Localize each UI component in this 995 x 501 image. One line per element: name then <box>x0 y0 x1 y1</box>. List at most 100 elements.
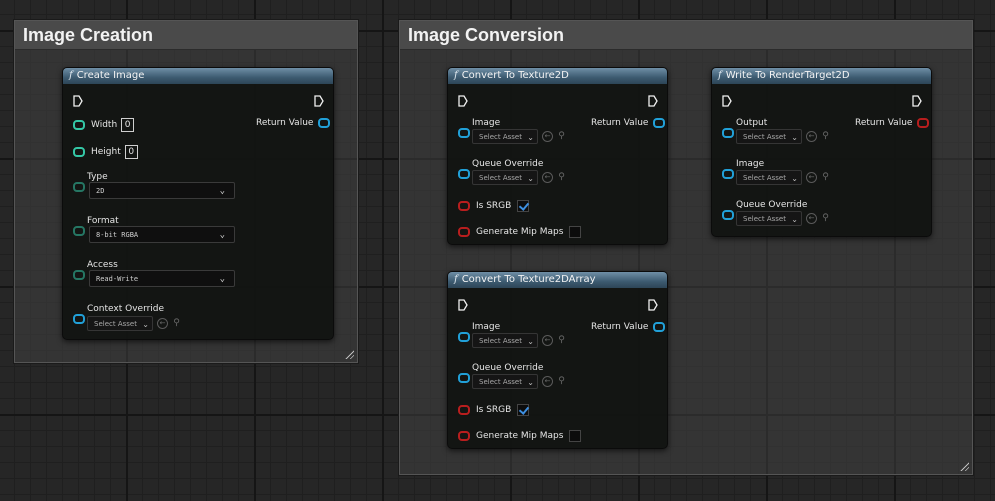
width-input[interactable]: 0 <box>121 118 135 132</box>
bool-pin-icon[interactable] <box>458 405 470 415</box>
search-icon[interactable]: ⚲ <box>557 336 566 345</box>
node-write-rendertarget2d[interactable]: f Write To RenderTarget2D Output Return V… <box>711 67 932 237</box>
format-dropdown[interactable]: 8-bit RGBA ⌄ <box>89 226 235 243</box>
chevron-down-icon: ⌄ <box>527 133 534 142</box>
pin-generate-mip-maps[interactable]: Generate Mip Maps <box>458 429 582 443</box>
use-selected-icon[interactable]: ← <box>806 213 817 224</box>
context-asset-picker[interactable]: Select Asset ⌄ ← ⚲ <box>87 316 181 331</box>
search-icon[interactable]: ⚲ <box>172 319 181 328</box>
select-asset-combo[interactable]: Select Asset ⌄ <box>87 316 153 331</box>
object-pin-icon[interactable] <box>73 314 85 324</box>
bool-pin-icon[interactable] <box>458 201 470 211</box>
pin-label: Width <box>91 120 118 130</box>
object-pin-icon[interactable] <box>458 128 470 138</box>
enum-pin-icon[interactable] <box>73 182 85 192</box>
pin-return-value[interactable]: Return Value <box>256 116 331 130</box>
pin-is-srgb[interactable]: Is SRGB <box>458 403 530 417</box>
bool-pin-icon[interactable] <box>458 227 470 237</box>
pin-label: Return Value <box>591 322 649 332</box>
chevron-down-icon: ⌄ <box>527 337 534 346</box>
use-selected-icon[interactable]: ← <box>542 131 553 142</box>
pin-width[interactable]: Width 0 <box>73 118 135 132</box>
pin-image-label: Image <box>736 159 765 169</box>
chevron-down-icon: ⌄ <box>791 133 798 142</box>
object-pin-icon[interactable] <box>653 322 666 332</box>
select-asset-combo[interactable]: Select Asset ⌄ <box>472 333 538 348</box>
use-selected-icon[interactable]: ← <box>806 131 817 142</box>
object-pin-icon[interactable] <box>318 118 331 128</box>
object-pin-icon[interactable] <box>458 332 470 342</box>
function-icon: f <box>69 70 73 81</box>
height-input[interactable]: 0 <box>124 145 138 159</box>
pin-height[interactable]: Height 0 <box>73 145 138 159</box>
is-srgb-checkbox[interactable] <box>517 200 530 212</box>
node-convert-texture2d[interactable]: f Convert To Texture2D Image Return Value… <box>447 67 668 245</box>
enum-pin-icon[interactable] <box>73 226 85 236</box>
pin-return-value[interactable]: Return Value <box>591 116 666 130</box>
select-asset-combo[interactable]: Select Asset ⌄ <box>736 170 802 185</box>
use-selected-icon[interactable]: ← <box>157 318 168 329</box>
node-header[interactable]: f Convert To Texture2D <box>448 68 667 84</box>
object-pin-icon[interactable] <box>458 373 470 383</box>
queue-asset-picker[interactable]: Select Asset ⌄ ← ⚲ <box>472 374 566 389</box>
object-pin-icon[interactable] <box>653 118 666 128</box>
search-icon[interactable]: ⚲ <box>821 132 830 141</box>
pin-label: Height <box>91 147 121 157</box>
image-asset-picker[interactable]: Select Asset ⌄ ← ⚲ <box>472 333 566 348</box>
comment-title[interactable]: Image Creation <box>15 21 357 50</box>
bool-pin-icon[interactable] <box>458 431 470 441</box>
resize-handle-icon[interactable] <box>959 461 969 471</box>
use-selected-icon[interactable]: ← <box>806 172 817 183</box>
is-srgb-checkbox[interactable] <box>517 404 530 416</box>
node-header[interactable]: f Write To RenderTarget2D <box>712 68 931 84</box>
node-convert-texture2d-array[interactable]: f Convert To Texture2DArray Image Return … <box>447 271 668 449</box>
resize-handle-icon[interactable] <box>344 349 354 359</box>
pin-generate-mip-maps[interactable]: Generate Mip Maps <box>458 225 582 239</box>
search-icon[interactable]: ⚲ <box>821 173 830 182</box>
comment-title[interactable]: Image Conversion <box>400 21 972 50</box>
queue-asset-picker[interactable]: Select Asset ⌄ ← ⚲ <box>736 211 830 226</box>
pin-label: Generate Mip Maps <box>476 431 564 441</box>
search-icon[interactable]: ⚲ <box>557 132 566 141</box>
node-header[interactable]: f Convert To Texture2DArray <box>448 272 667 288</box>
use-selected-icon[interactable]: ← <box>542 335 553 346</box>
mip-maps-checkbox[interactable] <box>569 226 582 238</box>
pin-queue-label: Queue Override <box>472 363 544 373</box>
enum-pin-icon[interactable] <box>73 270 85 280</box>
object-pin-icon[interactable] <box>722 169 734 179</box>
pin-queue-label: Queue Override <box>472 159 544 169</box>
pin-context-label: Context Override <box>87 304 165 314</box>
queue-asset-picker[interactable]: Select Asset ⌄ ← ⚲ <box>472 170 566 185</box>
access-dropdown[interactable]: Read-Write ⌄ <box>89 270 235 287</box>
node-create-image[interactable]: f Create Image Width 0 Return Value Height… <box>62 67 334 340</box>
mip-maps-checkbox[interactable] <box>569 430 582 442</box>
output-asset-picker[interactable]: Select Asset ⌄ ← ⚲ <box>736 129 830 144</box>
image-asset-picker[interactable]: Select Asset ⌄ ← ⚲ <box>736 170 830 185</box>
bool-pin-icon[interactable] <box>917 118 930 128</box>
use-selected-icon[interactable]: ← <box>542 172 553 183</box>
pin-return-value[interactable]: Return Value <box>591 320 666 334</box>
int-pin-icon[interactable] <box>73 120 85 130</box>
object-pin-icon[interactable] <box>458 169 470 179</box>
select-asset-combo[interactable]: Select Asset ⌄ <box>472 170 538 185</box>
object-pin-icon[interactable] <box>722 128 734 138</box>
use-selected-icon[interactable]: ← <box>542 376 553 387</box>
int-pin-icon[interactable] <box>73 147 85 157</box>
function-icon: f <box>454 274 458 285</box>
select-asset-combo[interactable]: Select Asset ⌄ <box>736 129 802 144</box>
object-pin-icon[interactable] <box>722 210 734 220</box>
search-icon[interactable]: ⚲ <box>821 214 830 223</box>
image-asset-picker[interactable]: Select Asset ⌄ ← ⚲ <box>472 129 566 144</box>
search-icon[interactable]: ⚲ <box>557 173 566 182</box>
dropdown-value: 8-bit RGBA <box>96 231 139 239</box>
node-header[interactable]: f Create Image <box>63 68 333 84</box>
select-asset-combo[interactable]: Select Asset ⌄ <box>472 374 538 389</box>
pin-return-value[interactable]: Return Value <box>855 116 930 130</box>
chevron-down-icon: ⌄ <box>527 378 534 387</box>
chevron-down-icon: ⌄ <box>219 274 225 284</box>
select-asset-combo[interactable]: Select Asset ⌄ <box>472 129 538 144</box>
select-asset-combo[interactable]: Select Asset ⌄ <box>736 211 802 226</box>
type-dropdown[interactable]: 2D ⌄ <box>89 182 235 199</box>
search-icon[interactable]: ⚲ <box>557 377 566 386</box>
pin-is-srgb[interactable]: Is SRGB <box>458 199 530 213</box>
